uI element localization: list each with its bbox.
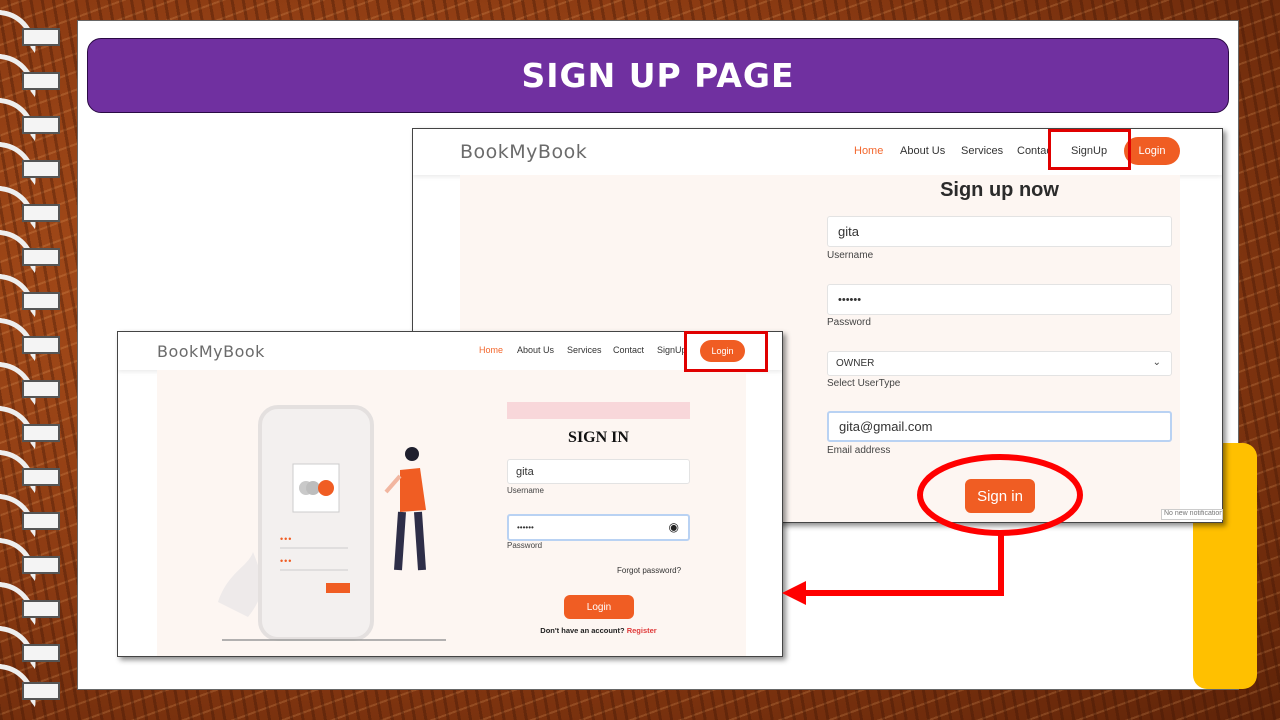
binding-ring — [0, 184, 64, 230]
signin-screenshot: BookMyBook Home About Us Services Contac… — [117, 331, 783, 657]
binding-ring — [0, 404, 64, 450]
signin-submit-button[interactable]: Login — [564, 595, 634, 619]
nav-home[interactable]: Home — [854, 145, 883, 157]
nav-contact[interactable]: Contact — [613, 345, 644, 355]
register-prompt-text: Don't have an account? — [540, 626, 625, 635]
chevron-down-icon: ⌄ — [1152, 357, 1161, 368]
alert-bar — [507, 402, 690, 419]
username-input[interactable]: gita — [507, 459, 690, 484]
forgot-password-link[interactable]: Forgot password? — [617, 566, 681, 575]
binding-ring — [0, 360, 64, 406]
signin-heading: SIGN IN — [568, 429, 629, 446]
slide-title: SIGN UP PAGE — [521, 56, 795, 95]
binding-ring — [0, 140, 64, 186]
illustration-dots: ••• — [280, 534, 293, 544]
illustration-dots: ••• — [280, 556, 293, 566]
phone-body — [258, 405, 374, 641]
binding-ring — [0, 96, 64, 142]
binding-ring — [0, 52, 64, 98]
notification-toast: No new notifications — [1161, 509, 1223, 520]
eye-icon[interactable]: ◉ — [669, 520, 679, 534]
binding-ring — [0, 662, 64, 708]
usertype-label: Select UserType — [827, 378, 901, 389]
login-button[interactable]: Login — [1124, 137, 1180, 165]
signup-heading: Sign up now — [940, 179, 1059, 201]
nav-services[interactable]: Services — [567, 345, 602, 355]
username-label: Username — [507, 486, 544, 495]
usertype-select[interactable]: OWNER ⌄ — [827, 351, 1172, 376]
binding-ring — [0, 228, 64, 274]
spiral-binding — [0, 0, 70, 720]
binding-ring — [0, 316, 64, 362]
slide-title-banner: SIGN UP PAGE — [87, 38, 1229, 113]
register-prompt: Don't have an account? Register — [507, 626, 690, 635]
password-label: Password — [827, 317, 871, 328]
signin-navbar: BookMyBook Home About Us Services Contac… — [118, 332, 782, 370]
username-label: Username — [827, 250, 874, 261]
brand-logo[interactable]: BookMyBook — [157, 342, 265, 361]
password-input[interactable]: •••••• ◉ — [507, 514, 690, 541]
binding-ring — [0, 536, 64, 582]
person-head — [405, 447, 419, 461]
signup-nav-highlight — [1048, 129, 1131, 170]
binding-ring — [0, 448, 64, 494]
binding-ring — [0, 624, 64, 670]
nav-contact[interactable]: Contact — [1017, 145, 1051, 157]
email-label: Email address — [827, 445, 891, 456]
phone-illustration — [218, 405, 446, 641]
binding-ring — [0, 8, 64, 54]
person-shirt — [400, 468, 426, 512]
leaf-shape — [218, 552, 262, 617]
register-link[interactable]: Register — [627, 626, 657, 635]
signup-submit-button[interactable]: Sign in — [965, 479, 1035, 513]
binding-ring — [0, 492, 64, 538]
username-input[interactable]: gita — [827, 216, 1172, 247]
usertype-selected: OWNER — [836, 358, 875, 369]
brand-logo[interactable]: BookMyBook — [460, 141, 587, 163]
nav-about-us[interactable]: About Us — [517, 345, 554, 355]
email-input[interactable]: gita@gmail.com — [827, 411, 1172, 442]
password-value: •••••• — [517, 523, 534, 532]
binding-ring — [0, 272, 64, 318]
password-input[interactable]: •••••• — [827, 284, 1172, 315]
nav-services[interactable]: Services — [961, 145, 1003, 157]
binding-ring — [0, 580, 64, 626]
nav-home[interactable]: Home — [479, 345, 503, 355]
phone-button — [326, 583, 350, 593]
nav-about-us[interactable]: About Us — [900, 145, 945, 157]
login-nav-highlight — [684, 331, 768, 372]
nav-signup[interactable]: SignUp — [657, 345, 687, 355]
password-label: Password — [507, 541, 543, 550]
